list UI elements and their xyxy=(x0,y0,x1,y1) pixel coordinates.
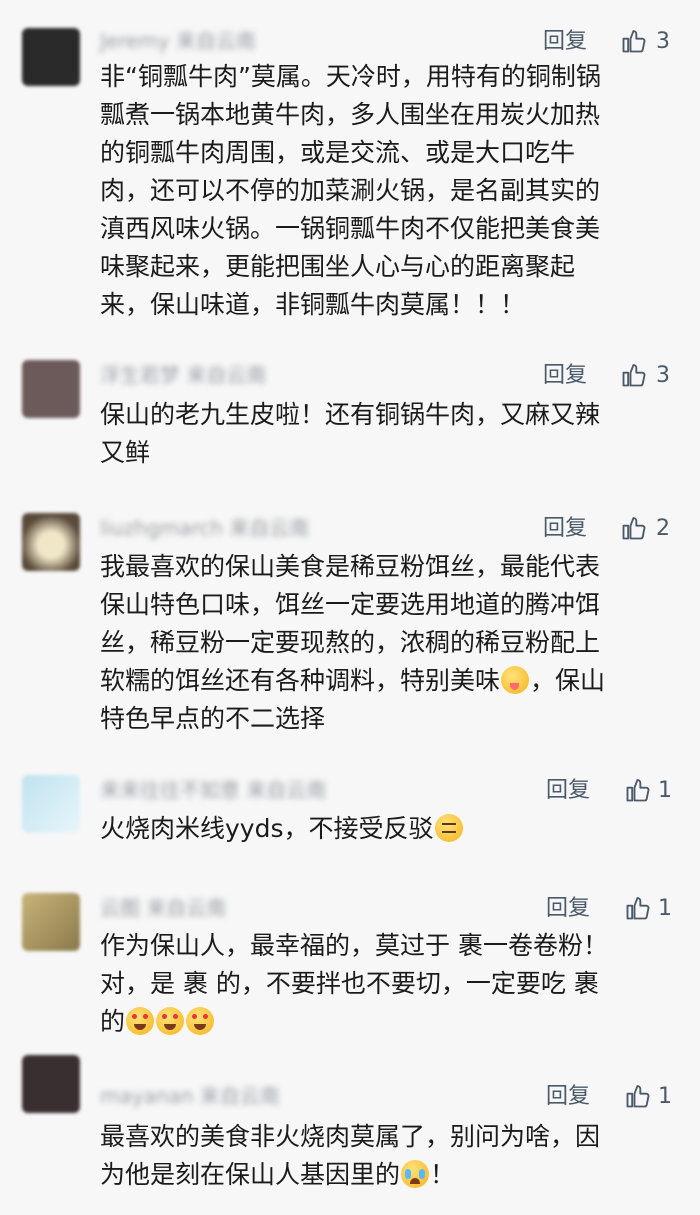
reply-button[interactable]: 回复 xyxy=(546,1083,590,1111)
comment-line: 保山的老九生皮啦！还有铜锅牛肉，又麻又辣 xyxy=(100,400,601,429)
comment-text-segment: ！ xyxy=(430,1160,456,1189)
comment-text: 我最喜欢的保山美食是稀豆粉饵丝，最能代表 保山特色口味，饵丝一定要选用地道的腾冲… xyxy=(100,548,680,738)
avatar[interactable] xyxy=(22,28,80,86)
like-count: 1 xyxy=(658,778,672,803)
like-count: 2 xyxy=(656,516,670,541)
reply-button[interactable]: 回复 xyxy=(543,515,587,543)
comment-line: 特色早点的不二选择 xyxy=(100,704,326,733)
comment-line: 为他是刻在保山人基因里的 ！ xyxy=(100,1156,680,1194)
comment-line: 来，保山味道，非铜瓢牛肉莫属！！！ xyxy=(100,290,526,319)
like-count: 1 xyxy=(658,896,672,921)
reply-button[interactable]: 回复 xyxy=(543,362,587,390)
comment-line: 肉，还可以不停的加菜涮火锅，是名副其实的 xyxy=(100,176,601,205)
thumbs-up-icon[interactable] xyxy=(620,514,648,542)
like-count: 3 xyxy=(656,29,670,54)
avatar[interactable] xyxy=(22,360,80,418)
comment-line: 瓢煮一锅本地黄牛肉，多人围坐在用炭火加热 xyxy=(100,100,601,129)
reply-button[interactable]: 回复 xyxy=(546,777,590,805)
avatar[interactable] xyxy=(22,775,80,833)
comment-line: 保山特色口味，饵丝一定要选用地道的腾冲饵 xyxy=(100,590,601,619)
comment-line: 火烧肉米线yyds，不接受反驳 xyxy=(100,810,680,848)
comment-line: 的 xyxy=(100,1003,680,1041)
thumbs-up-icon[interactable] xyxy=(624,894,652,922)
comment-line: 丝，稀豆粉一定要现熬的，浓稠的稀豆粉配上 xyxy=(100,628,601,657)
comment-line: 最喜欢的美食非火烧肉莫属了，别问为啥，因 xyxy=(100,1122,601,1151)
savoring-food-emoji-icon xyxy=(501,666,530,694)
comment-text-segment: 软糯的饵丝还有各种调料，特别美味 xyxy=(100,666,501,695)
comment-line: 滇西风味火锅。一锅铜瓢牛肉不仅能把美食美 xyxy=(100,214,601,243)
avatar[interactable] xyxy=(22,1055,80,1113)
comment-text-segment: 火烧肉米线yyds，不接受反驳 xyxy=(100,814,434,843)
thinking-face-emoji-icon xyxy=(434,814,463,842)
comment-line: 作为保山人，最幸福的，莫过于 裹一卷卷粉！ xyxy=(100,931,608,960)
avatar[interactable] xyxy=(22,513,80,571)
comment-text-segment: ，保山 xyxy=(530,666,606,695)
nickname[interactable]: mayanan 来自云南 xyxy=(100,1083,280,1109)
comment-text: 作为保山人，最幸福的，莫过于 裹一卷卷粉！ 对，是 裹 的，不要拌也不要切，一定… xyxy=(100,927,680,1041)
comment-line: 对，是 裹 的，不要拌也不要切，一定要吃 裹 xyxy=(100,969,599,998)
nickname[interactable]: 来来往往不如意 来自云南 xyxy=(100,777,326,803)
comment-text: 最喜欢的美食非火烧肉莫属了，别问为啥，因 为他是刻在保山人基因里的 ！ xyxy=(100,1118,680,1194)
comment-line: 又鲜 xyxy=(100,438,151,467)
comment-text: 保山的老九生皮啦！还有铜锅牛肉，又麻又辣 又鲜 xyxy=(100,396,680,472)
nickname[interactable]: 浮生若梦 来自云南 xyxy=(100,362,266,388)
avatar[interactable] xyxy=(22,893,80,951)
comment-text: 火烧肉米线yyds，不接受反驳 xyxy=(100,810,680,848)
comment-line: 的铜瓢牛肉周围，或是交流、或是大口吃牛 xyxy=(100,138,576,167)
comment-text-segment: 为他是刻在保山人基因里的 xyxy=(100,1160,401,1189)
nickname[interactable]: Jeremy 来自云南 xyxy=(100,28,256,54)
comment-line: 非“铜瓢牛肉”莫属。天冷时，用特有的铜制锅 xyxy=(100,62,601,91)
comment-line: 我最喜欢的保山美食是稀豆粉饵丝，最能代表 xyxy=(100,552,601,581)
crying-face-emoji-icon xyxy=(401,1160,430,1188)
nickname[interactable]: liuzhgmarch 来自云南 xyxy=(100,515,309,541)
comment-text-segment: 的 xyxy=(100,1007,126,1036)
heart-eyes-emoji-icon xyxy=(186,1007,215,1035)
thumbs-up-icon[interactable] xyxy=(624,1082,652,1110)
nickname[interactable]: 云图 来自云南 xyxy=(100,895,226,921)
thumbs-up-icon[interactable] xyxy=(620,27,648,55)
like-count: 1 xyxy=(658,1084,672,1109)
comment-line: 软糯的饵丝还有各种调料，特别美味 ，保山 xyxy=(100,662,680,700)
reply-button[interactable]: 回复 xyxy=(546,895,590,923)
thumbs-up-icon[interactable] xyxy=(624,776,652,804)
heart-eyes-emoji-icon xyxy=(126,1007,155,1035)
reply-button[interactable]: 回复 xyxy=(543,28,587,56)
comment-text: 非“铜瓢牛肉”莫属。天冷时，用特有的铜制锅 瓢煮一锅本地黄牛肉，多人围坐在用炭火… xyxy=(100,58,680,324)
like-count: 3 xyxy=(656,363,670,388)
heart-eyes-emoji-icon xyxy=(156,1007,185,1035)
thumbs-up-icon[interactable] xyxy=(620,361,648,389)
comment-line: 味聚起来，更能把围坐人心与心的距离聚起 xyxy=(100,252,576,281)
